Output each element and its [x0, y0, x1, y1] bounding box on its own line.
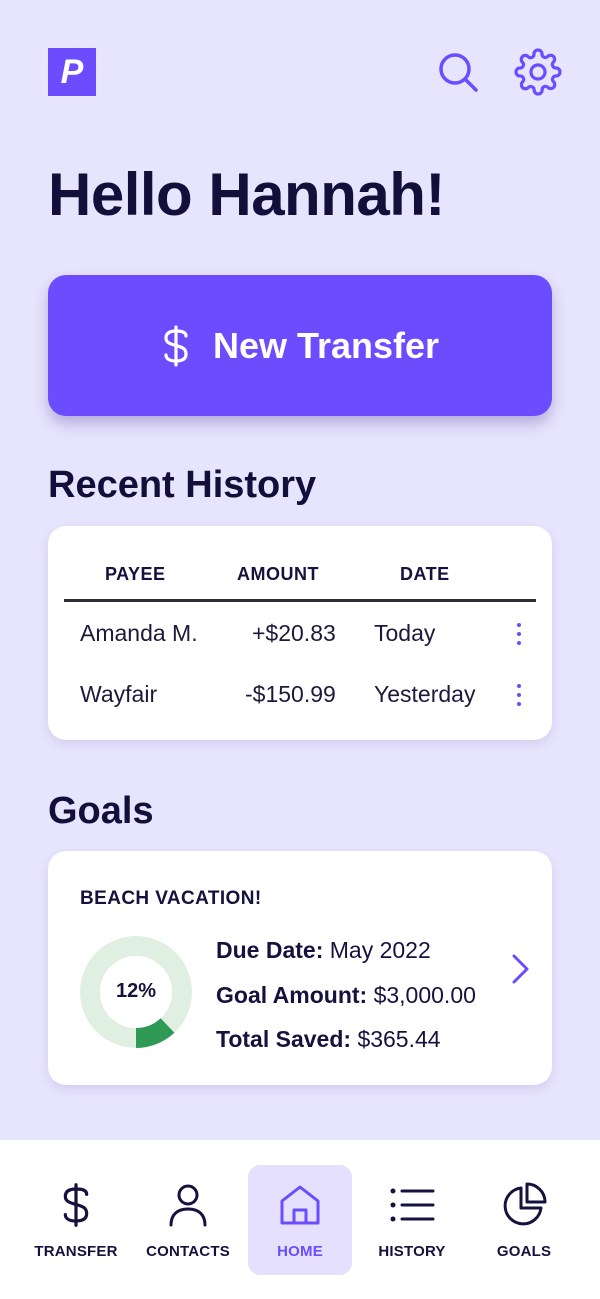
row-2-more-menu-icon[interactable] — [508, 680, 530, 710]
row-2-amount: -$150.99 — [245, 681, 336, 707]
row-1-more-menu-icon[interactable] — [508, 619, 530, 649]
home-icon — [280, 1185, 320, 1225]
nav-label-history: HISTORY — [378, 1243, 446, 1260]
row-1-amount: +$20.83 — [252, 620, 336, 646]
dollar-icon — [164, 324, 188, 367]
nav-label-goals: GOALS — [496, 1243, 552, 1260]
row-2-date: Yesterday — [374, 681, 476, 707]
new-transfer-button[interactable]: New Transfer — [48, 275, 552, 416]
goal-name: BEACH VACATION! — [80, 888, 262, 909]
nav-label-transfer: TRANSFER — [34, 1243, 118, 1260]
search-button[interactable] — [434, 48, 482, 96]
nav-item-transfer[interactable]: TRANSFER — [24, 1165, 128, 1275]
row-2-payee: Wayfair — [80, 681, 158, 707]
list-icon — [390, 1188, 435, 1222]
dollar-icon — [63, 1183, 89, 1227]
person-icon — [169, 1184, 207, 1227]
total-saved-label: Total Saved: — [216, 1026, 352, 1052]
settings-button[interactable] — [514, 48, 562, 96]
due-date-label: Due Date: — [216, 937, 324, 963]
column-header-payee: PAYEE — [105, 564, 166, 584]
total-saved-value: $365.44 — [357, 1026, 441, 1052]
nav-item-goals[interactable]: GOALS — [472, 1165, 576, 1275]
goal-amount-value: $3,000.00 — [373, 982, 476, 1008]
new-transfer-label: New Transfer — [212, 324, 440, 366]
goal-amount-label: Goal Amount: — [216, 982, 368, 1008]
chevron-right-icon — [512, 954, 529, 984]
nav-label-home: HOME — [277, 1243, 323, 1260]
nav-label-contacts: CONTACTS — [146, 1243, 230, 1260]
search-icon — [439, 53, 478, 92]
column-header-amount: AMOUNT — [237, 564, 319, 584]
goals-title: Goals — [48, 790, 154, 832]
recent-history-title: Recent History — [48, 464, 317, 506]
goal-progress-label: 12% — [115, 980, 157, 1002]
nav-item-home[interactable]: HOME — [248, 1165, 352, 1275]
goal-due-date: Due Date: May 2022 — [216, 937, 431, 964]
row-1-payee: Amanda M. — [80, 620, 198, 646]
table-header-divider — [64, 599, 536, 602]
column-header-date: DATE — [400, 564, 450, 584]
top-bar: P — [0, 0, 600, 120]
nav-item-history[interactable]: HISTORY — [360, 1165, 464, 1275]
nav-item-contacts[interactable]: CONTACTS — [136, 1165, 240, 1275]
row-1-date: Today — [374, 620, 436, 646]
app-logo: P — [48, 48, 96, 96]
greeting-title: Hello Hannah! — [48, 161, 445, 228]
goal-total-saved: Total Saved: $365.44 — [216, 1026, 441, 1053]
pie-chart-icon — [503, 1182, 547, 1226]
goal-amount: Goal Amount: $3,000.00 — [216, 982, 476, 1009]
goal-open-button[interactable] — [506, 952, 534, 986]
gear-icon — [514, 48, 562, 96]
due-date-value: May 2022 — [329, 937, 431, 963]
